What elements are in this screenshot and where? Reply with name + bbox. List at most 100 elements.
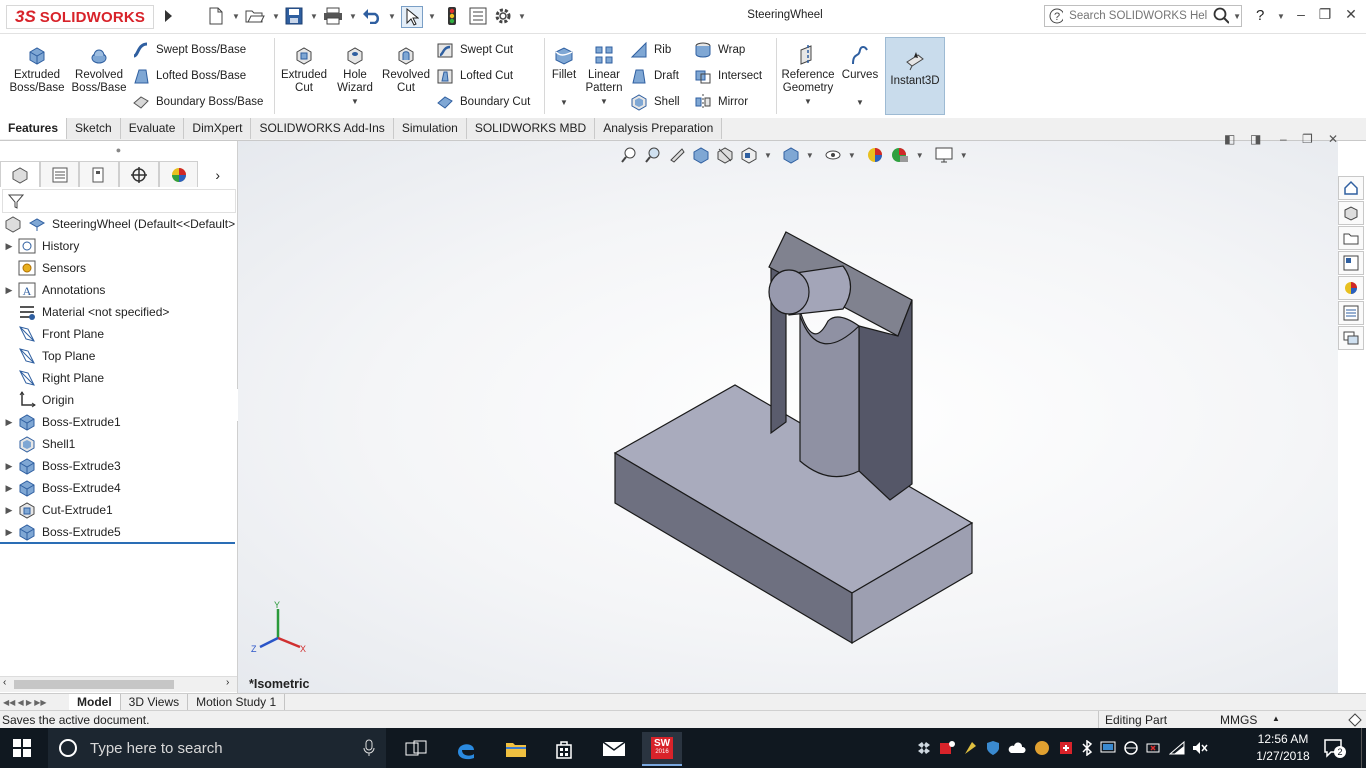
tree-root[interactable]: SteeringWheel (Default<<Default> <box>0 213 237 235</box>
panel-grip-icon[interactable]: ● <box>0 141 237 159</box>
rollback-bar[interactable] <box>0 542 235 544</box>
filter-funnel-icon[interactable] <box>7 192 25 210</box>
solidworks-resources-home-icon[interactable] <box>1338 176 1364 200</box>
fillet-dropdown-icon[interactable]: ▼ <box>560 96 568 109</box>
solidworks-forum-icon[interactable] <box>1338 326 1364 350</box>
tab-evaluate[interactable]: Evaluate <box>120 118 185 139</box>
battery-alert-icon[interactable] <box>1146 740 1162 756</box>
boundary-cut-button[interactable]: Boundary Cut <box>436 93 530 111</box>
expand-arrow-icon[interactable]: ▶ <box>0 285 18 296</box>
tree-filter-bar[interactable] <box>2 189 236 213</box>
display-tray-icon[interactable] <box>1100 740 1116 756</box>
restore-icon[interactable]: ❐ <box>1314 6 1336 26</box>
help-icon[interactable]: ? <box>1256 7 1264 24</box>
action-center-icon[interactable]: 2 <box>1322 736 1346 760</box>
rib-button[interactable]: Rib <box>630 41 671 59</box>
tab-dimxpertmanager[interactable] <box>119 161 159 187</box>
view-orientation-icon[interactable] <box>740 146 758 164</box>
zoom-to-fit-icon[interactable] <box>620 146 638 164</box>
bluetooth-icon[interactable] <box>1081 740 1093 756</box>
app-badge-icon[interactable] <box>939 740 955 756</box>
wifi-icon[interactable] <box>1169 740 1185 756</box>
mail-icon[interactable] <box>594 732 634 766</box>
help-search-box[interactable]: ? ▼ <box>1044 5 1242 27</box>
fillet-button[interactable]: Fillet ▼ <box>548 44 580 109</box>
tree-horizontal-scrollbar[interactable]: ‹ › <box>0 676 237 692</box>
viewport-restore-icon[interactable]: ❐ <box>1302 132 1313 146</box>
tab-sketch[interactable]: Sketch <box>67 118 121 139</box>
apply-scene-dropdown-icon[interactable]: ▼ <box>916 151 924 160</box>
swept-boss-button[interactable]: Swept Boss/Base <box>132 41 246 59</box>
help-dropdown-icon[interactable]: ▼ <box>1277 12 1285 21</box>
wrap-button[interactable]: Wrap <box>694 41 745 59</box>
expand-menu-icon[interactable] <box>158 6 178 26</box>
open-dropdown-icon[interactable]: ▼ <box>272 12 280 21</box>
tab-scroll-arrows[interactable]: ◀◀ ◀ ▶ ▶▶ <box>0 694 69 711</box>
tree-item-boss-extrude1[interactable]: ▶ Boss-Extrude1 <box>0 411 237 433</box>
customize-status-bar-icon[interactable] <box>1347 712 1363 728</box>
appearances-scenes-icon[interactable] <box>1338 276 1364 300</box>
expand-arrow-icon[interactable]: ▶ <box>0 241 18 252</box>
tree-item-origin[interactable]: Origin <box>0 389 237 411</box>
edit-appearance-icon[interactable] <box>866 146 884 164</box>
undo-icon[interactable] <box>362 6 382 26</box>
lofted-cut-button[interactable]: Lofted Cut <box>436 67 513 85</box>
tab-solidworks-add-ins[interactable]: SOLIDWORKS Add-Ins <box>251 118 394 139</box>
undo-dropdown-icon[interactable]: ▼ <box>388 12 396 21</box>
dynamic-annotation-icon[interactable] <box>716 146 734 164</box>
hide-show-items-icon[interactable] <box>824 146 842 164</box>
mirror-button[interactable]: Mirror <box>694 93 748 111</box>
solidworks-logo[interactable]: 3S SOLIDWORKS <box>6 5 154 29</box>
tree-item-boss-extrude4[interactable]: ▶ Boss-Extrude4 <box>0 477 237 499</box>
curves-dropdown-icon[interactable]: ▼ <box>856 96 864 109</box>
tree-item-annotations[interactable]: ▶ A Annotations <box>0 279 237 301</box>
display-style-dropdown-icon[interactable]: ▼ <box>806 151 814 160</box>
search-icon[interactable] <box>1213 7 1230 25</box>
tree-item-shell1[interactable]: Shell1 <box>0 433 237 455</box>
linear-pattern-button[interactable]: Linear Pattern ▼ <box>582 44 626 108</box>
scroll-thumb[interactable] <box>14 680 174 689</box>
cylinder-knob-end[interactable] <box>768 269 810 315</box>
minimize-icon[interactable]: – <box>1290 6 1312 26</box>
help-search-dropdown-icon[interactable]: ▼ <box>1233 12 1241 21</box>
open-folder-icon[interactable] <box>245 6 265 26</box>
hole-wizard-dropdown-icon[interactable]: ▼ <box>351 95 359 108</box>
volume-muted-icon[interactable] <box>1192 740 1208 756</box>
linear-pattern-dropdown-icon[interactable]: ▼ <box>600 95 608 108</box>
custom-properties-icon[interactable] <box>1338 301 1364 325</box>
draft-button[interactable]: Draft <box>630 67 679 85</box>
tree-item-history[interactable]: ▶ History <box>0 235 237 257</box>
reference-geometry-button[interactable]: Reference Geometry ▼ <box>780 44 836 108</box>
expand-arrow-icon[interactable]: ▶ <box>0 527 18 538</box>
view-palette-icon[interactable] <box>1338 251 1364 275</box>
microphone-icon[interactable] <box>362 738 376 758</box>
shell-button[interactable]: Shell <box>630 93 680 111</box>
task-view-icon[interactable] <box>396 732 436 766</box>
zoom-to-area-icon[interactable] <box>644 146 662 164</box>
reference-geometry-dropdown-icon[interactable]: ▼ <box>804 95 812 108</box>
expand-arrow-icon[interactable]: ▶ <box>0 461 18 472</box>
viewport-tile-left-icon[interactable]: ◧ <box>1224 132 1235 146</box>
view-settings-dropdown-icon[interactable]: ▼ <box>960 151 968 160</box>
rebuild-traffic-light-icon[interactable] <box>442 6 462 26</box>
tab-solidworks-mbd[interactable]: SOLIDWORKS MBD <box>466 118 596 139</box>
curves-button[interactable]: Curves ▼ <box>840 44 880 109</box>
upright-right-face[interactable] <box>858 299 913 501</box>
new-dropdown-icon[interactable]: ▼ <box>232 12 240 21</box>
boundary-boss-button[interactable]: Boundary Boss/Base <box>132 93 263 111</box>
tab-featuremanager[interactable] <box>0 161 40 187</box>
security-shield-icon[interactable] <box>985 740 1001 756</box>
lofted-boss-button[interactable]: Lofted Boss/Base <box>132 67 246 85</box>
save-icon[interactable] <box>284 6 304 26</box>
tab-dimxpert[interactable]: DimXpert <box>184 118 252 139</box>
tab-configurationmanager[interactable] <box>79 161 120 187</box>
tab-features[interactable]: Features <box>0 118 68 139</box>
antivirus-icon[interactable] <box>1058 740 1074 756</box>
file-explorer-folder-icon[interactable] <box>1338 226 1364 250</box>
tree-item-sensors[interactable]: Sensors <box>0 257 237 279</box>
close-icon[interactable]: ✕ <box>1340 6 1362 26</box>
tray-circle-icon[interactable] <box>1033 740 1051 756</box>
show-desktop-button[interactable] <box>1361 728 1366 768</box>
file-properties-icon[interactable] <box>468 6 488 26</box>
tree-item-boss-extrude5[interactable]: ▶ Boss-Extrude5 <box>0 521 237 543</box>
